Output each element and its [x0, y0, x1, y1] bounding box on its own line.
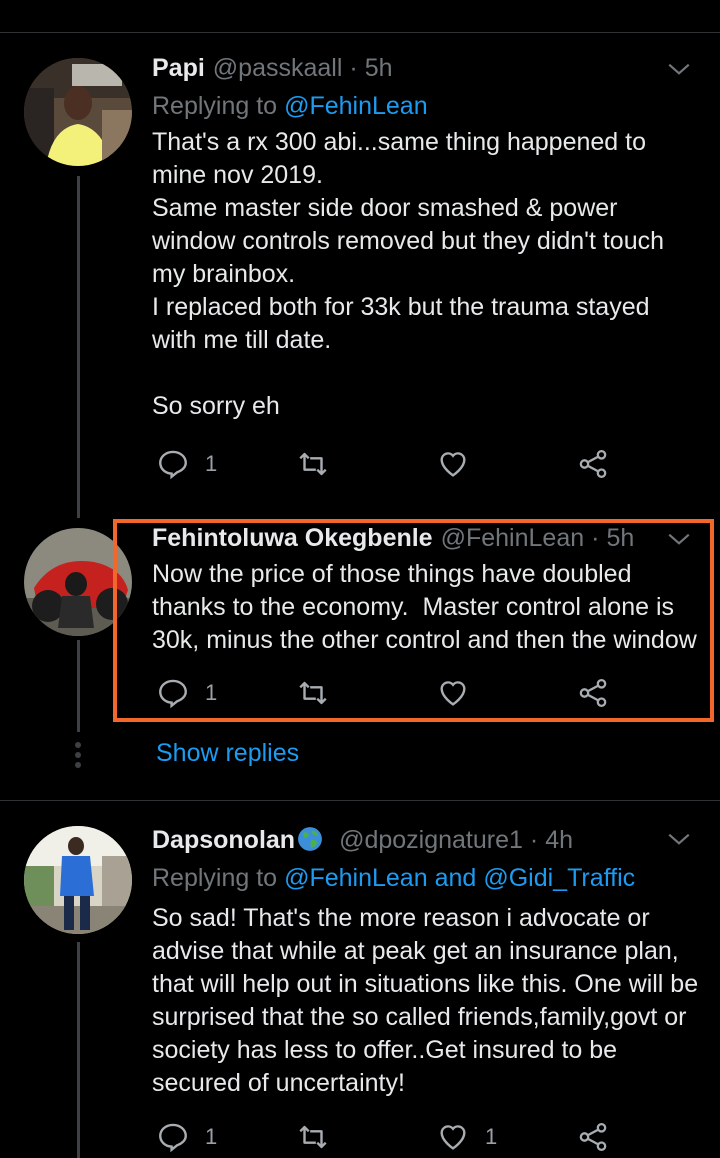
reply-button[interactable]: 1: [156, 1117, 217, 1157]
author-name[interactable]: Papi: [152, 54, 205, 83]
share-button[interactable]: [576, 444, 610, 484]
mention-link[interactable]: @Gidi_Traffic: [483, 864, 635, 893]
retweet-button[interactable]: [296, 444, 330, 484]
heart-icon: [440, 452, 466, 477]
reply-icon: [159, 450, 187, 480]
top-divider: [0, 32, 720, 33]
thread-dots: [74, 742, 82, 770]
like-button[interactable]: 1: [436, 1117, 497, 1157]
tweet-text: That's a rx 300 abi...same thing happene…: [152, 128, 664, 420]
author-handle[interactable]: @passkaall: [213, 54, 343, 83]
replying-to: Replying to @FehinLean and @Gidi_Traffic: [152, 860, 700, 896]
thread-line: [77, 640, 80, 732]
separator-dot: ·: [349, 54, 358, 82]
like-button[interactable]: [436, 444, 470, 484]
thread-line: [77, 176, 80, 518]
chevron-down-icon[interactable]: [666, 826, 692, 852]
share-icon: [579, 1122, 607, 1152]
retweet-icon: [299, 452, 327, 476]
replying-label: Replying to: [152, 91, 278, 120]
mention-link[interactable]: @FehinLean: [284, 92, 428, 121]
thread-line: [77, 942, 80, 1158]
share-button[interactable]: [576, 1117, 610, 1157]
reply-button[interactable]: 1: [156, 444, 217, 484]
author-handle[interactable]: @dpozignature1: [339, 826, 523, 855]
share-icon: [579, 449, 607, 479]
retweet-icon: [299, 1125, 327, 1149]
author-name-text: Dapsonolan: [152, 826, 296, 854]
heart-icon: [440, 1125, 466, 1150]
replying-to: Replying to @FehinLean: [152, 88, 700, 124]
show-replies-link[interactable]: Show replies: [156, 739, 299, 768]
separator-dot: ·: [529, 826, 539, 854]
reply-count: 1: [205, 451, 218, 476]
timestamp[interactable]: 5h: [365, 54, 393, 83]
like-count: 1: [485, 1124, 498, 1149]
mention-link[interactable]: @FehinLean: [284, 864, 428, 893]
reply-count: 1: [205, 1124, 218, 1149]
globe-icon: [298, 827, 322, 851]
replying-label: Replying to: [152, 863, 278, 892]
avatar[interactable]: [24, 58, 132, 166]
mention-joiner: and: [434, 863, 477, 892]
reply-icon: [159, 1123, 187, 1153]
tweet-text: So sad! That's the more reason i advocat…: [152, 904, 706, 1097]
avatar[interactable]: [24, 826, 132, 934]
author-name[interactable]: Dapsonolan: [152, 826, 331, 855]
chevron-down-icon[interactable]: [666, 56, 692, 82]
divider: [0, 800, 720, 801]
timestamp[interactable]: 4h: [545, 826, 573, 855]
retweet-button[interactable]: [296, 1117, 330, 1157]
highlight-box: [113, 519, 714, 722]
